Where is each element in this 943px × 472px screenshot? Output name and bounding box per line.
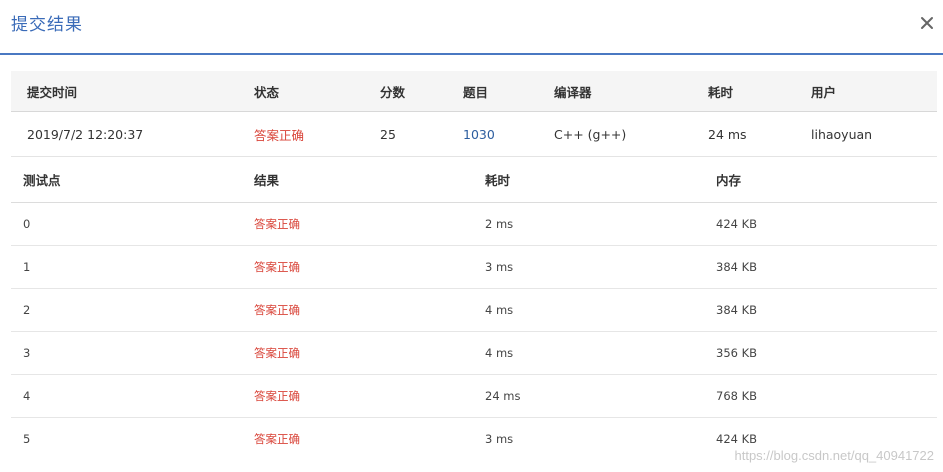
submission-status: 答案正确 — [254, 127, 305, 143]
summary-data-row: 2019/7/2 12:20:37 答案正确 25 1030 C++ (g++)… — [11, 112, 937, 157]
test-result: 答案正确 — [254, 260, 300, 274]
table-row: 2 答案正确 4 ms 384 KB — [11, 289, 937, 332]
header-elapsed: 耗时 — [708, 84, 734, 100]
dialog-header: 提交结果 — [0, 0, 943, 55]
test-result: 答案正确 — [254, 217, 300, 231]
header-time: 耗时 — [485, 173, 511, 188]
problem-link[interactable]: 1030 — [463, 112, 495, 156]
header-score: 分数 — [380, 84, 406, 100]
test-result: 答案正确 — [254, 346, 300, 360]
table-row: 0 答案正确 2 ms 424 KB — [11, 203, 937, 246]
table-row: 1 答案正确 3 ms 384 KB — [11, 246, 937, 289]
test-memory: 384 KB — [716, 303, 758, 317]
test-point-id: 0 — [23, 217, 31, 231]
test-point-id: 1 — [23, 260, 31, 274]
test-time: 24 ms — [485, 389, 521, 403]
test-memory: 356 KB — [716, 346, 758, 360]
dialog-title: 提交结果 — [11, 15, 83, 35]
test-point-id: 4 — [23, 389, 31, 403]
header-status: 状态 — [254, 84, 280, 100]
header-memory: 内存 — [716, 173, 742, 188]
test-time: 3 ms — [485, 432, 514, 446]
test-memory: 384 KB — [716, 260, 758, 274]
watermark: https://blog.csdn.net/qq_40941722 — [734, 448, 935, 463]
cases-header-row: 测试点 结果 耗时 内存 — [11, 157, 937, 203]
submission-score: 25 — [380, 126, 396, 142]
test-memory: 424 KB — [716, 217, 758, 231]
test-point-id: 5 — [23, 432, 31, 446]
test-point-id: 2 — [23, 303, 31, 317]
header-result: 结果 — [254, 173, 280, 188]
test-result: 答案正确 — [254, 432, 300, 446]
test-cases-table: 测试点 结果 耗时 内存 0 答案正确 2 ms 424 KB 1 答案正确 3… — [11, 157, 937, 460]
submission-summary-table: 提交时间 状态 分数 题目 编译器 耗时 用户 2019/7/2 12:20:3… — [11, 71, 937, 157]
header-compiler: 编译器 — [554, 84, 592, 100]
header-test-point: 测试点 — [23, 173, 61, 188]
test-memory: 768 KB — [716, 389, 758, 403]
header-submit-time: 提交时间 — [27, 84, 78, 100]
table-row: 4 答案正确 24 ms 768 KB — [11, 375, 937, 418]
submit-time: 2019/7/2 12:20:37 — [27, 126, 144, 142]
test-time: 3 ms — [485, 260, 514, 274]
test-time: 4 ms — [485, 303, 514, 317]
close-icon[interactable] — [920, 16, 934, 30]
test-point-id: 3 — [23, 346, 31, 360]
test-time: 2 ms — [485, 217, 514, 231]
compiler-name: C++ (g++) — [554, 126, 627, 142]
test-result: 答案正确 — [254, 389, 300, 403]
summary-header-row: 提交时间 状态 分数 题目 编译器 耗时 用户 — [11, 71, 937, 112]
table-row: 3 答案正确 4 ms 356 KB — [11, 332, 937, 375]
elapsed-time: 24 ms — [708, 126, 747, 142]
user-name: lihaoyuan — [811, 126, 873, 142]
submission-result-dialog: 提交结果 提交时间 状态 分数 题目 编译器 耗时 用户 2019/7/2 12… — [0, 0, 943, 472]
test-result: 答案正确 — [254, 303, 300, 317]
test-time: 4 ms — [485, 346, 514, 360]
header-problem: 题目 — [463, 84, 489, 100]
header-user: 用户 — [811, 84, 837, 100]
